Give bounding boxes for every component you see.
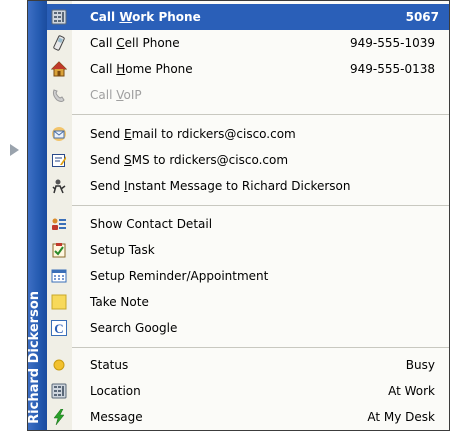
menu-item-send-sms[interactable]: Send SMS to rdickers@cisco.com — [47, 147, 449, 173]
menu-item-label: Take Note — [90, 295, 149, 309]
menu-item-label: Location — [90, 384, 141, 398]
menu-item-message[interactable]: Message At My Desk — [47, 404, 449, 430]
menu-item-setup-reminder[interactable]: Setup Reminder/Appointment — [47, 263, 449, 289]
menu-item-label: Search Google — [90, 321, 178, 335]
menu-item-call-voip[interactable]: Call VoIP — [47, 82, 449, 108]
menu-item-label: Message — [90, 410, 143, 424]
menu-item-label: Call Work Phone — [90, 10, 201, 24]
task-icon — [51, 242, 67, 258]
menu-item-label: Send Instant Message to Richard Dickerso… — [90, 179, 351, 193]
menu-item-label: Status — [90, 358, 129, 372]
menu-item-call-work-phone[interactable]: Call Work Phone 5067 — [47, 4, 449, 30]
status-value: Busy — [405, 358, 435, 372]
sms-icon — [51, 152, 67, 168]
building-icon — [51, 383, 67, 399]
home-phone-number: 949-555-0138 — [349, 62, 435, 76]
cell-phone-icon — [51, 35, 67, 51]
menu-separator — [72, 205, 449, 206]
calendar-icon — [51, 268, 67, 284]
home-icon — [51, 61, 67, 77]
lightning-icon — [51, 409, 67, 425]
email-icon — [51, 126, 67, 142]
menu-item-location[interactable]: Location At Work — [47, 378, 449, 404]
menu-separator — [72, 347, 449, 348]
google-icon: C — [51, 320, 67, 336]
voip-handset-icon — [51, 87, 67, 103]
cell-phone-number: 949-555-1039 — [349, 36, 435, 50]
menu-item-label: Call VoIP — [90, 88, 142, 102]
menu-item-label: Setup Reminder/Appointment — [90, 269, 269, 283]
contact-context-menu: Richard Dickerson Call Work Phone 5067 C… — [27, 0, 450, 431]
menu-item-setup-task[interactable]: Setup Task — [47, 237, 449, 263]
menu-item-search-google[interactable]: C Search Google — [47, 315, 449, 341]
menu-item-call-home-phone[interactable]: Call Home Phone 949-555-0138 — [47, 56, 449, 82]
menu-item-label: Call Home Phone — [90, 62, 193, 76]
menu-item-show-contact-detail[interactable]: Show Contact Detail — [47, 211, 449, 237]
menu-item-status[interactable]: Status Busy — [47, 352, 449, 378]
desk-phone-icon — [51, 9, 67, 25]
menu-item-send-instant-message[interactable]: Send Instant Message to Richard Dickerso… — [47, 173, 449, 199]
instant-message-icon — [51, 178, 67, 194]
menu-item-label: Call Cell Phone — [90, 36, 180, 50]
menu-item-label: Setup Task — [90, 243, 155, 257]
work-phone-number: 5067 — [405, 10, 439, 24]
location-value: At Work — [388, 384, 435, 398]
menu-item-take-note[interactable]: Take Note — [47, 289, 449, 315]
menu-item-label: Show Contact Detail — [90, 217, 213, 231]
svg-text:C: C — [54, 321, 63, 336]
menu-item-label: Send SMS to rdickers@cisco.com — [90, 153, 289, 167]
menu-item-label: Send Email to rdickers@cisco.com — [90, 127, 296, 141]
menu-separator — [72, 114, 449, 115]
contact-name-strip: Richard Dickerson — [27, 1, 47, 430]
menu-item-send-email[interactable]: Send Email to rdickers@cisco.com — [47, 121, 449, 147]
status-dot-icon — [51, 357, 67, 373]
message-value: At My Desk — [367, 410, 435, 424]
note-icon — [51, 294, 67, 310]
menu-pointer-arrow — [10, 144, 19, 156]
menu-item-call-cell-phone[interactable]: Call Cell Phone 949-555-1039 — [47, 30, 449, 56]
contact-name: Richard Dickerson — [27, 291, 42, 424]
contact-card-icon — [51, 216, 67, 232]
